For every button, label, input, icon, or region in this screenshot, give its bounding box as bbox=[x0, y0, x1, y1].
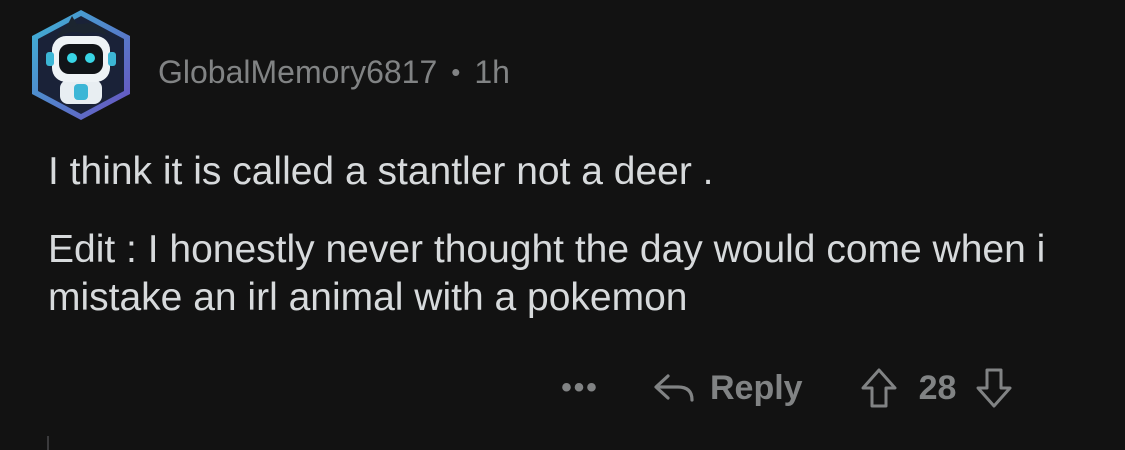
comment-actions: ••• Reply 28 bbox=[560, 360, 1014, 416]
comment-body: I think it is called a stantler not a de… bbox=[48, 148, 1098, 352]
timestamp: 1h bbox=[474, 53, 510, 90]
vote-score: 28 bbox=[918, 368, 957, 407]
robot-avatar-icon bbox=[32, 10, 130, 120]
downvote-arrow-icon[interactable] bbox=[974, 366, 1014, 410]
user-avatar[interactable] bbox=[22, 6, 140, 124]
comment-paragraph: Edit : I honestly never thought the day … bbox=[48, 228, 1046, 319]
reply-label: Reply bbox=[710, 368, 803, 407]
comment-header: GlobalMemory6817 • 1h bbox=[158, 52, 510, 92]
comment-paragraph: I think it is called a stantler not a de… bbox=[48, 150, 714, 193]
vote-controls: 28 bbox=[859, 366, 1015, 410]
reply-button[interactable]: Reply bbox=[652, 369, 803, 408]
username[interactable]: GlobalMemory6817 bbox=[158, 54, 437, 91]
reply-arrow-icon bbox=[654, 374, 694, 402]
upvote-arrow-icon[interactable] bbox=[859, 366, 899, 410]
more-options-button[interactable]: ••• bbox=[560, 371, 600, 405]
thread-line bbox=[47, 436, 49, 450]
comment: GlobalMemory6817 • 1h I think it is call… bbox=[0, 0, 1125, 450]
separator-dot: • bbox=[451, 56, 461, 87]
